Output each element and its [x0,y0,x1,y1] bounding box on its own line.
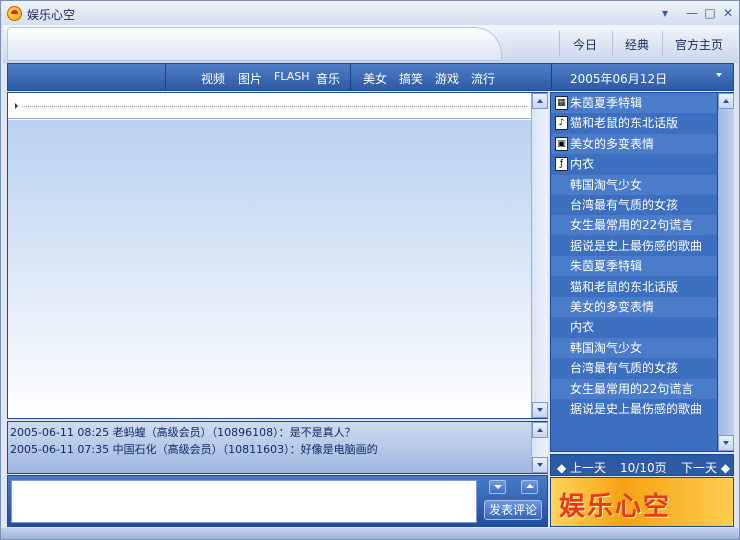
music-icon: ♪ [555,116,568,131]
category-trending[interactable]: 流行 [471,70,495,87]
list-item-label: 猫和老鼠的东北话版 [570,279,679,294]
divider [662,31,663,57]
divider [350,64,351,90]
pager: ◆ 上一天 10/10页 下一天 ◆ [550,454,734,476]
list-item-label: 据说是史上最伤感的歌曲 [570,238,703,253]
homepage-link[interactable]: 官方主页 [675,36,723,53]
list-item-label: 猫和老鼠的东北话版 [570,116,679,131]
comment-line: 2005-06-11 07:35 中国石化（高级会员）（10811603）：好像… [10,443,378,456]
category-flash[interactable]: FLASH [274,70,310,83]
category-video[interactable]: 视频 [201,70,225,87]
flash-icon: ƒ [555,157,568,172]
scroll-up-button[interactable] [718,93,734,109]
film-icon: ▦ [555,96,568,110]
divider [612,31,613,57]
image-icon: ▣ [555,136,568,151]
list-item[interactable]: 台湾最有气质的女孩 [551,358,717,378]
list-item[interactable]: 台湾最有气质的女孩 [551,195,717,215]
list-item-label: 据说是史上最伤感的歌曲 [570,402,703,416]
category-pictures[interactable]: 图片 [238,70,262,87]
app-logo-icon [7,6,22,21]
close-button[interactable]: ✕ [720,5,736,21]
list-item[interactable]: 朱茵夏季特辑 [551,256,717,277]
classic-link[interactable]: 经典 [625,36,649,53]
comment-input[interactable] [11,480,477,523]
list-item-label: 朱茵夏季特辑 [570,96,643,110]
title-bar[interactable]: 娱乐心空 ▾ — □ ✕ [1,1,739,25]
list-item-label: 朱茵夏季特辑 [570,259,643,274]
viewer-address-row [8,93,531,119]
nav-left-blank [8,64,166,90]
list-item-label: 女生最常用的22句谎言 [570,381,694,396]
comments-scrollbar[interactable] [531,422,548,473]
viewer-scrollbar[interactable] [531,93,548,418]
next-day-label: 下一天 [681,461,718,475]
list-item[interactable]: 猫和老鼠的东北话版 [551,277,717,297]
list-item-label: 女生最常用的22句谎言 [570,218,694,233]
list-item-label: 内衣 [570,157,595,172]
post-comment-button[interactable]: 发表评论 [484,500,542,520]
list-item[interactable]: ♪ 猫和老鼠的东北话版 [551,113,717,133]
scroll-comments-up-button[interactable] [521,480,538,494]
list-item-label: 台湾最有气质的女孩 [570,361,679,376]
chevron-down-icon [716,73,722,77]
divider [559,31,560,57]
list-item-label: 韩国淘气少女 [570,340,643,355]
content-list: ▦ 朱茵夏季特辑 ♪ 猫和老鼠的东北话版 ▣ 美女的多变表情 ƒ 内衣 韩国淘气少女 台湾最有气质… [550,92,734,452]
brand-logo: 娱乐心空 [559,492,672,522]
scroll-up-button[interactable] [532,422,548,438]
list-item-label: 美女的多变表情 [570,136,655,151]
content-viewer [7,92,548,419]
scroll-down-button[interactable] [532,402,548,418]
toolbar-tab [7,27,502,61]
minimize-button[interactable]: — [684,5,700,21]
top-toolbar: 今日 经典 官方主页 [3,25,738,63]
comments-panel: 2005-06-11 08:25 老蚂蝗（高级会员）（10896108）：是不是… [7,421,548,474]
category-beauty[interactable]: 美女 [363,70,387,87]
scroll-down-button[interactable] [718,435,734,451]
scroll-up-button[interactable] [532,93,548,109]
app-window: 娱乐心空 ▾ — □ ✕ 今日 经典 官方主页 视频 图片 FLASH 音乐 美… [0,0,740,540]
category-bar: 视频 图片 FLASH 音乐 美女 搞笑 游戏 流行 2005年06月12日 [7,63,734,91]
next-day-button[interactable]: 下一天 ◆ [681,459,730,476]
list-item[interactable]: ▦ 朱茵夏季特辑 [551,93,717,113]
date-value: 2005年06月12日 [570,72,668,86]
dropdown-icon[interactable]: ▾ [657,5,673,21]
list-item-label: 美女的多变表情 [570,300,655,314]
prev-day-label: 上一天 [570,461,607,475]
list-item[interactable]: 女生最常用的22句谎言 [551,215,717,236]
maximize-button[interactable]: □ [702,5,718,21]
brand-banner: 娱乐心空 [550,477,734,527]
list-item[interactable]: ƒ 内衣 [551,154,717,174]
page-indicator: 10/10页 [620,461,667,475]
list-item[interactable]: 女生最常用的22句谎言 [551,378,717,399]
list-item[interactable]: 据说是史上最伤感的歌曲 [551,236,717,256]
viewer-canvas [8,120,531,418]
today-link[interactable]: 今日 [573,36,597,53]
list-item[interactable]: ▣ 美女的多变表情 [551,133,717,154]
comment-line: 2005-06-11 08:25 老蚂蝗（高级会员）（10896108）：是不是… [10,426,356,439]
play-marker-icon [15,103,18,109]
list-item-label: 韩国淘气少女 [570,177,643,192]
list-item[interactable]: 内衣 [551,317,717,337]
date-selector[interactable]: 2005年06月12日 [551,64,734,90]
list-item[interactable]: 韩国淘气少女 [551,174,717,195]
list-item-label: 内衣 [570,320,595,335]
list-item-label: 台湾最有气质的女孩 [570,198,679,212]
window-title: 娱乐心空 [27,8,76,22]
status-bar [1,528,739,539]
list-item[interactable]: 据说是史上最伤感的歌曲 [551,399,717,419]
category-games[interactable]: 游戏 [435,70,459,87]
list-item[interactable]: 韩国淘气少女 [551,337,717,358]
scroll-down-button[interactable] [532,457,548,473]
category-funny[interactable]: 搞笑 [399,70,423,87]
list-item[interactable]: 美女的多变表情 [551,297,717,317]
list-scrollbar[interactable] [717,93,734,451]
comment-input-panel: 发表评论 [7,475,548,527]
dotted-divider [22,106,527,107]
category-music[interactable]: 音乐 [316,70,340,87]
scroll-comments-down-button[interactable] [489,480,506,494]
prev-day-button[interactable]: ◆ 上一天 [557,459,606,476]
